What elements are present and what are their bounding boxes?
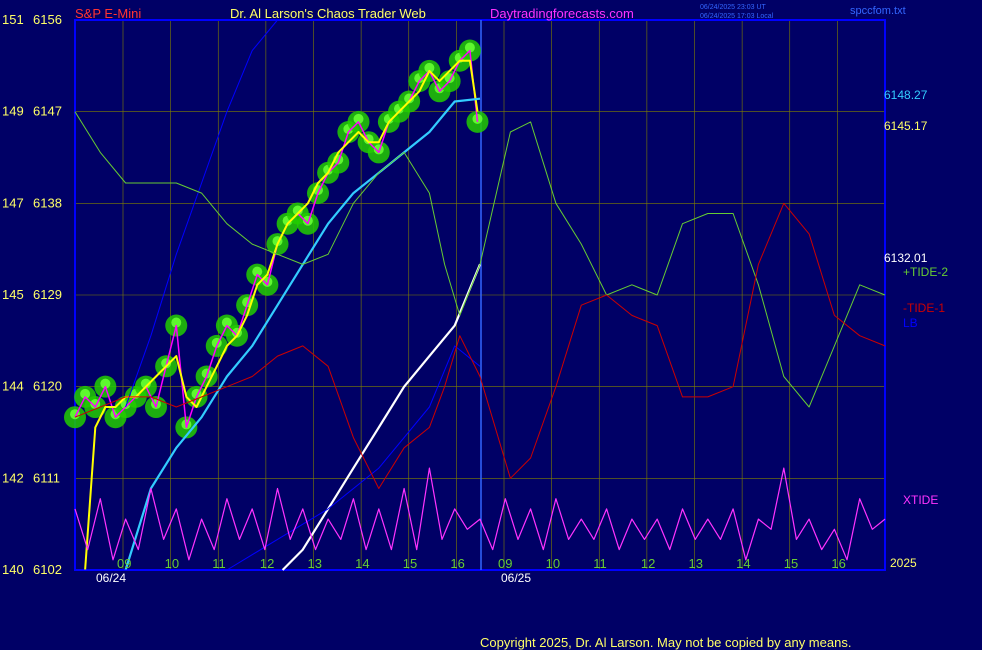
x-tick-label: 09 [117,556,131,571]
y-tick-label-left: 144 [2,379,24,394]
price-medium-label: 6148.27 [884,88,928,102]
y-tick-label-right: 6120 [33,379,62,394]
x-tick-label: 12 [641,556,655,571]
y-tick-label-left: 151 [2,12,24,27]
y-tick-label-right: 6156 [33,12,62,27]
year-label: 2025 [890,556,917,570]
y-tick-label-left: 149 [2,104,24,119]
timestamp-utc: 06/24/2025 23:03 UT [700,4,766,11]
tide1-legend: -TIDE-1 [903,301,945,315]
x-tick-label: 14 [736,556,750,571]
xtide-legend: XTIDE [903,493,938,507]
y-tick-label-right: 6147 [33,104,62,119]
y-tick-label-right: 6111 [33,470,60,485]
x-tick-label: 10 [165,556,179,571]
y-tick-label-left: 145 [2,287,24,302]
x-tick-label: 11 [212,556,226,571]
chart-title: Dr. Al Larson's Chaos Trader Web [230,6,426,21]
copyright: Copyright 2025, Dr. Al Larson. May not b… [480,635,851,650]
x-tick-label: 13 [689,556,703,571]
y-tick-label-right: 6102 [33,562,62,577]
x-tick-label: 09 [498,556,512,571]
y-tick-label-right: 6129 [33,287,62,302]
x-tick-label: 15 [784,556,798,571]
tide2-legend: +TIDE-2 [903,265,948,279]
x-tick-label: 16 [450,556,464,571]
chart: S&P E-Mini Dr. Al Larson's Chaos Trader … [0,0,982,650]
price-last-label: 6145.17 [884,119,928,133]
chart-background [0,0,982,650]
y-tick-label-left: 142 [2,470,24,485]
lb-legend: LB [903,316,918,330]
x-tick-label: 13 [308,556,322,571]
x-tick-label: 15 [403,556,417,571]
price-tide-label: 6132.01 [884,251,928,265]
instrument-label: S&P E-Mini [75,6,141,21]
x-tick-label: 12 [260,556,274,571]
y-tick-label-left: 140 [2,562,24,577]
x-tick-label: 10 [546,556,560,571]
date-label-2: 06/25 [501,571,531,585]
site-label[interactable]: Daytradingforecasts.com [490,6,634,21]
x-tick-label: 11 [593,556,607,571]
date-label-1: 06/24 [96,571,126,585]
timestamp-local: 06/24/2025 17:03 Local [700,13,774,20]
x-tick-label: 16 [831,556,845,571]
spec-file: spccfom.txt [850,5,906,17]
y-tick-label-right: 6138 [33,195,62,210]
x-tick-label: 14 [355,556,369,571]
y-tick-label-left: 147 [2,195,24,210]
